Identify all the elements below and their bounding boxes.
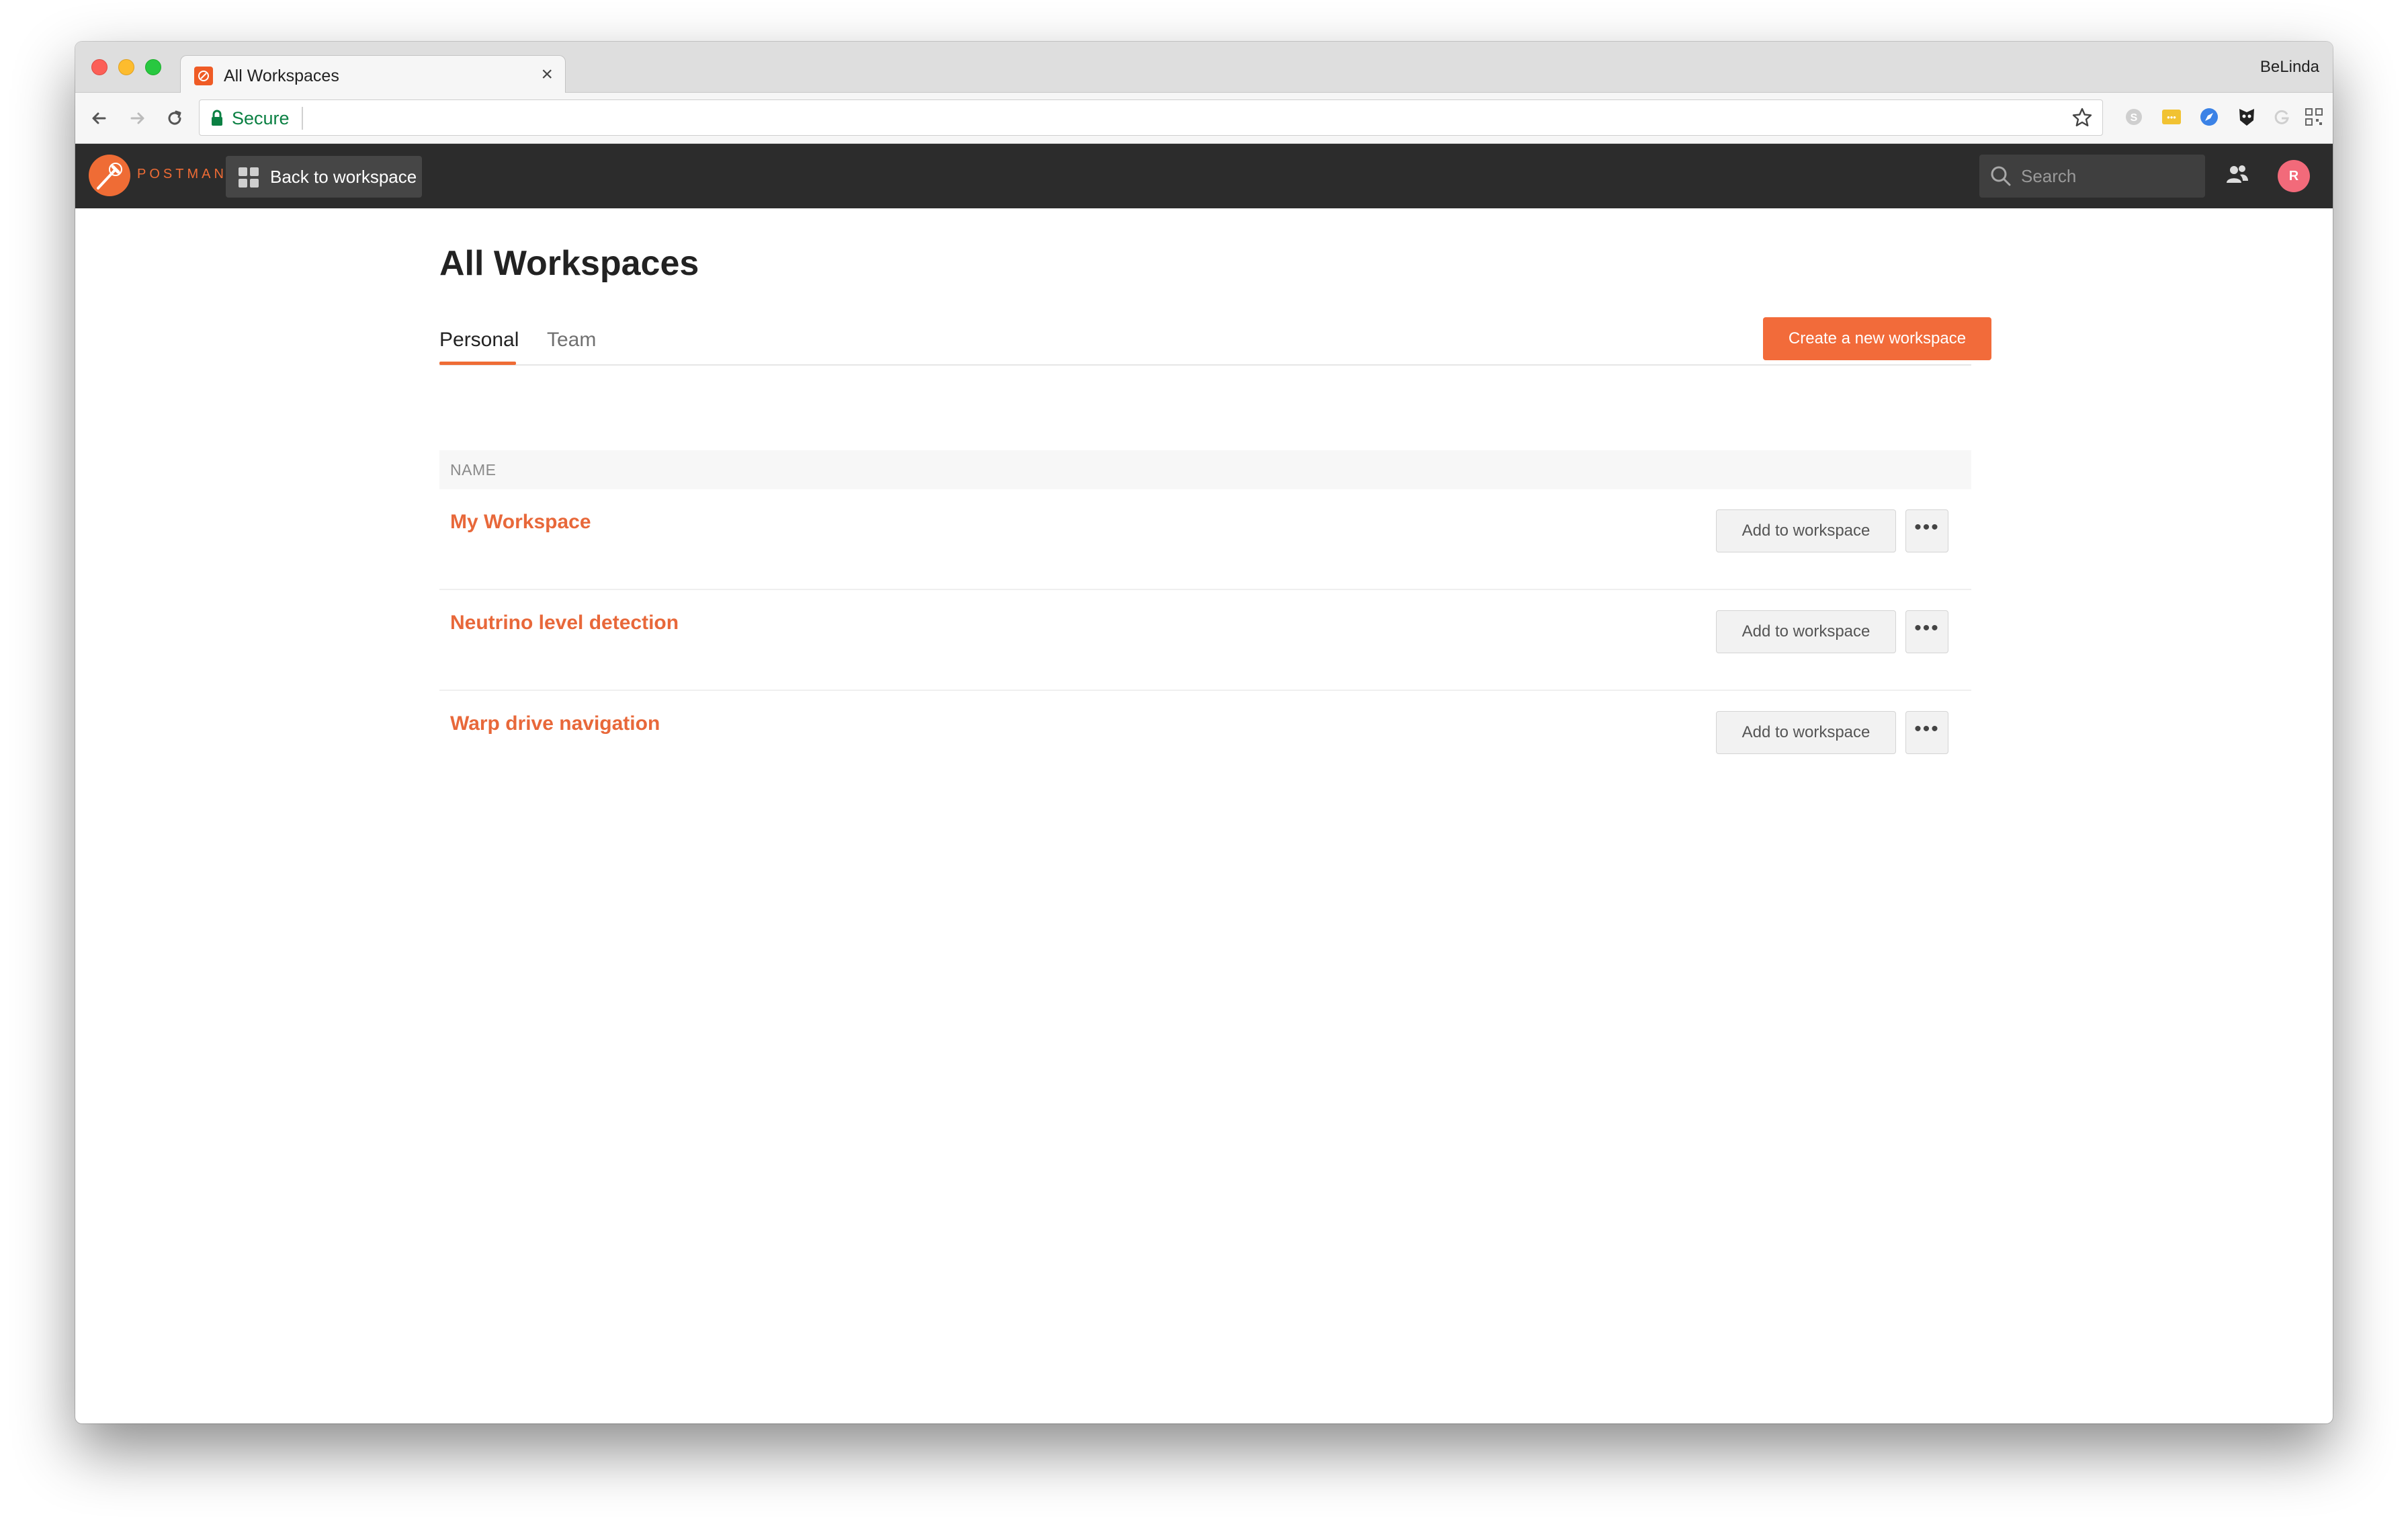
close-window-button[interactable] (91, 59, 108, 75)
browser-tab[interactable]: All Workspaces × (180, 55, 566, 93)
browser-window: All Workspaces × BeLinda Secure S ••• PO… (75, 42, 2333, 1423)
forward-arrow-icon[interactable] (122, 104, 152, 133)
workspace-row: Neutrino level detection Add to workspac… (439, 590, 1971, 691)
lock-icon (210, 110, 224, 130)
more-options-button[interactable]: ••• (1905, 610, 1948, 653)
back-to-workspace-button[interactable]: Back to workspace (226, 156, 422, 198)
add-to-workspace-button[interactable]: Add to workspace (1716, 509, 1896, 552)
search-icon (1990, 165, 2012, 190)
workspace-row: My Workspace Add to workspace ••• (439, 489, 1971, 590)
page-title: All Workspaces (439, 244, 699, 283)
skype-extension-icon[interactable]: S (2122, 105, 2146, 129)
more-dots-icon: ••• (1914, 617, 1940, 639)
more-dots-icon: ••• (1914, 516, 1940, 538)
tab-strip: All Workspaces × BeLinda (75, 42, 2333, 93)
table-header: NAME (439, 450, 1971, 489)
maximize-window-button[interactable] (145, 59, 161, 75)
back-to-workspace-label: Back to workspace (270, 167, 417, 187)
team-icon[interactable] (2225, 163, 2249, 190)
add-to-workspace-button[interactable]: Add to workspace (1716, 610, 1896, 653)
postman-favicon-icon (194, 67, 213, 85)
address-bar[interactable]: Secure (199, 99, 2103, 136)
tab-close-icon[interactable]: × (541, 63, 553, 85)
svg-text:•••: ••• (2167, 112, 2176, 122)
google-extension-icon[interactable] (2270, 105, 2294, 129)
grid-icon (238, 167, 259, 192)
back-arrow-icon[interactable] (85, 104, 114, 133)
tab-team[interactable]: Team (547, 327, 596, 354)
user-avatar[interactable]: R (2278, 160, 2310, 192)
workspace-name-link[interactable]: My Workspace (450, 511, 591, 534)
postman-logo-icon[interactable] (89, 155, 130, 196)
reload-icon[interactable] (160, 104, 189, 133)
active-tab-indicator (439, 362, 516, 365)
more-options-button[interactable]: ••• (1905, 509, 1948, 552)
tab-title: All Workspaces (224, 67, 339, 85)
logo-text: POSTMAN (137, 167, 227, 181)
tabs-divider (439, 364, 1971, 366)
browser-toolbar: Secure S ••• (75, 93, 2333, 144)
svg-text:S: S (2131, 112, 2138, 124)
owl-extension-icon[interactable] (2235, 105, 2259, 129)
workspace-name-link[interactable]: Neutrino level detection (450, 612, 679, 634)
avatar-initial: R (2288, 168, 2299, 183)
create-workspace-button[interactable]: Create a new workspace (1763, 317, 1991, 360)
password-extension-icon[interactable]: ••• (2159, 105, 2184, 129)
minimize-window-button[interactable] (118, 59, 134, 75)
tab-personal[interactable]: Personal (439, 327, 519, 354)
app-header: POSTMAN Back to workspace R (75, 144, 2333, 208)
add-to-workspace-button[interactable]: Add to workspace (1716, 711, 1896, 754)
search-box[interactable] (1979, 155, 2205, 198)
qr-code-extension-icon[interactable] (2302, 105, 2326, 129)
bookmark-star-icon[interactable] (2071, 107, 2093, 132)
search-input[interactable] (2021, 163, 2196, 190)
compass-extension-icon[interactable] (2197, 105, 2221, 129)
address-separator (302, 107, 303, 130)
workspace-row: Warp drive navigation Add to workspace •… (439, 691, 1971, 792)
name-column-header: NAME (450, 461, 497, 479)
workspace-name-link[interactable]: Warp drive navigation (450, 712, 660, 735)
more-options-button[interactable]: ••• (1905, 711, 1948, 754)
more-dots-icon: ••• (1914, 718, 1940, 740)
secure-label: Secure (232, 108, 290, 128)
profile-name[interactable]: BeLinda (2260, 58, 2319, 77)
